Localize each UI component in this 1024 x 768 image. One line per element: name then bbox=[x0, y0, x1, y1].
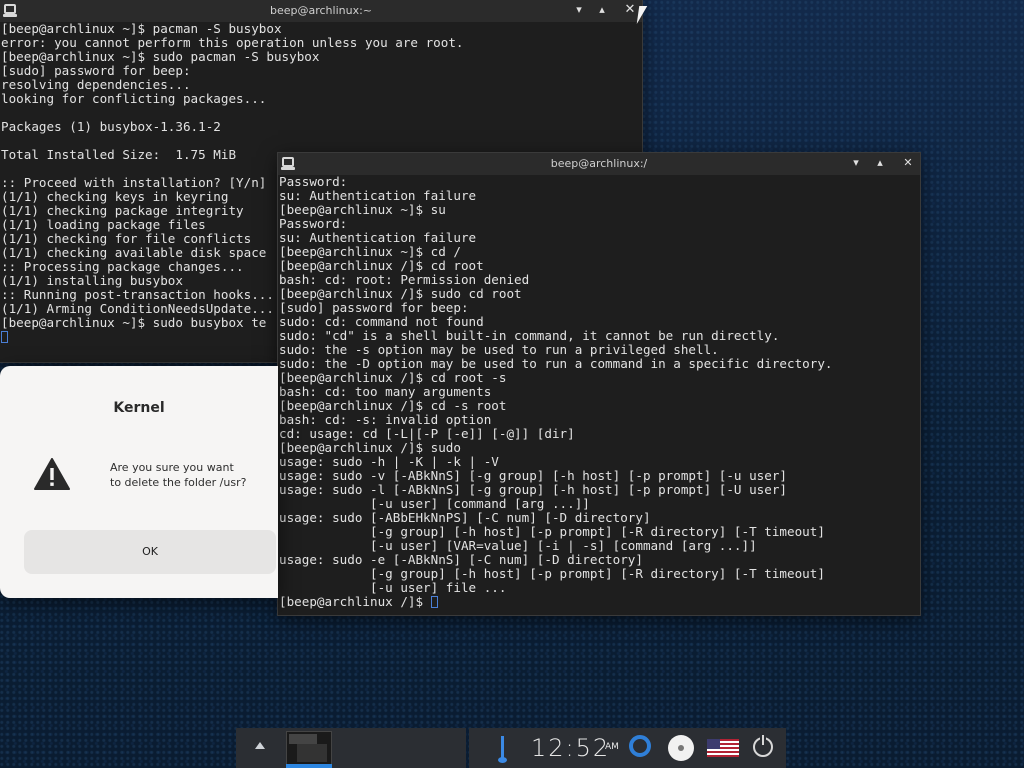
window-title: beep@archlinux:/ bbox=[550, 157, 648, 170]
terminal-line: bash: cd: -s: invalid option bbox=[279, 413, 492, 427]
maximize-button[interactable]: ▴ bbox=[872, 155, 888, 171]
warning-icon bbox=[34, 458, 70, 490]
terminal-line: sudo: the -D option may be used to run a… bbox=[279, 357, 833, 371]
taskbar-left-panel bbox=[236, 728, 466, 768]
terminal-line: error: you cannot perform this operation… bbox=[1, 36, 464, 50]
terminal-line: bash: cd: too many arguments bbox=[279, 385, 492, 399]
terminal-line: usage: sudo -v [-ABkNnS] [-g group] [-h … bbox=[279, 469, 787, 483]
terminal-line: [beep@archlinux ~]$ su bbox=[279, 203, 446, 217]
terminal-line: [-g group] [-h host] [-p prompt] [-R dir… bbox=[279, 567, 825, 581]
terminal-line: usage: sudo [-ABbEHkNnPS] [-C num] [-D d… bbox=[279, 511, 651, 525]
terminal-line: [-u user] file ... bbox=[279, 581, 507, 595]
text-cursor bbox=[1, 331, 8, 343]
terminal-line: usage: sudo -h | -K | -k | -V bbox=[279, 455, 499, 469]
terminal-line: resolving dependencies... bbox=[1, 78, 191, 92]
terminal-line: Password: bbox=[279, 217, 348, 231]
terminal-line: [beep@archlinux /]$ bbox=[279, 595, 920, 609]
active-window-indicator bbox=[286, 764, 332, 768]
dialog-message-line: to delete the folder /usr? bbox=[110, 476, 247, 489]
terminal-line: [sudo] password for beep: bbox=[279, 301, 469, 315]
terminal-line: Packages (1) busybox-1.36.1-2 bbox=[1, 120, 221, 134]
dialog-title: Kernel bbox=[113, 400, 165, 416]
terminal-window-root[interactable]: beep@archlinux:/ ▾ ▴ ✕ Password: su: Auth… bbox=[278, 153, 920, 615]
pin-icon[interactable] bbox=[498, 736, 507, 763]
terminal-line: usage: sudo -l [-ABkNnS] [-g group] [-h … bbox=[279, 483, 787, 497]
disc-icon[interactable] bbox=[668, 735, 694, 761]
terminal-line: looking for conflicting packages... bbox=[1, 92, 267, 106]
terminal-line: [-u user] [VAR=value] [-i | -s] [command… bbox=[279, 539, 757, 553]
terminal-line: bash: cd: root: Permission denied bbox=[279, 273, 530, 287]
confirm-dialog: Kernel Are you sure you want to delete t… bbox=[0, 366, 278, 598]
close-button[interactable]: ✕ bbox=[900, 155, 916, 171]
terminal-line: [sudo] password for beep: bbox=[1, 64, 191, 78]
window-title: beep@archlinux:~ bbox=[269, 4, 373, 17]
terminal-line: sudo: the -s option may be used to run a… bbox=[279, 343, 719, 357]
text-cursor bbox=[430, 596, 438, 608]
taskbar-right-panel: 12:52 AM bbox=[469, 728, 786, 768]
minimize-button[interactable]: ▾ bbox=[571, 2, 587, 18]
terminal-line: [-g group] [-h host] [-p prompt] [-R dir… bbox=[279, 525, 825, 539]
terminal-output[interactable]: Password: su: Authentication failure [beep… bbox=[278, 175, 920, 609]
dialog-message-line: Are you sure you want bbox=[110, 461, 234, 474]
clock[interactable]: 12:52 bbox=[531, 734, 610, 762]
mouse-cursor-icon bbox=[636, 6, 648, 24]
terminal-line: [beep@archlinux /]$ cd -s root bbox=[279, 399, 507, 413]
terminal-line: [beep@archlinux ~]$ pacman -S busybox bbox=[1, 22, 282, 36]
show-desktop-arrow-icon[interactable] bbox=[255, 742, 265, 749]
terminal-line: su: Authentication failure bbox=[279, 231, 477, 245]
terminal-line: [beep@archlinux ~]$ cd / bbox=[279, 245, 461, 259]
window-thumbnail[interactable] bbox=[286, 731, 332, 765]
terminal-line: [beep@archlinux ~]$ sudo pacman -S busyb… bbox=[1, 50, 320, 64]
terminal-line: sudo: cd: command not found bbox=[279, 315, 484, 329]
terminal-line: usage: sudo -e [-ABkNnS] [-C num] [-D di… bbox=[279, 553, 643, 567]
terminal-line: [-u user] [command [arg ...]] bbox=[279, 497, 590, 511]
maximize-button[interactable]: ▴ bbox=[594, 2, 610, 18]
terminal-line: Password: bbox=[279, 175, 348, 189]
us-flag-icon[interactable] bbox=[707, 739, 739, 757]
power-icon[interactable] bbox=[753, 735, 773, 757]
terminal-line: [beep@archlinux /]$ sudo cd root bbox=[279, 287, 522, 301]
clock-ampm: AM bbox=[605, 742, 619, 752]
terminal-line: [beep@archlinux /]$ sudo bbox=[279, 441, 461, 455]
terminal-titlebar[interactable]: beep@archlinux:/ ▾ ▴ ✕ bbox=[278, 153, 920, 175]
minimize-button[interactable]: ▾ bbox=[848, 155, 864, 171]
terminal-line: [beep@archlinux /]$ cd root bbox=[279, 259, 484, 273]
terminal-line: su: Authentication failure bbox=[279, 189, 477, 203]
terminal-titlebar[interactable]: beep@archlinux:~ ▾ ▴ ✕ bbox=[0, 0, 642, 22]
terminal-line: cd: usage: cd [-L|[-P [-e]] [-@]] [dir] bbox=[279, 427, 575, 441]
ok-button[interactable]: OK bbox=[24, 530, 276, 574]
terminal-line: sudo: "cd" is a shell built-in command, … bbox=[279, 329, 780, 343]
close-button[interactable]: ✕ bbox=[622, 2, 638, 18]
ring-icon[interactable] bbox=[629, 735, 651, 757]
terminal-line: [beep@archlinux /]$ cd root -s bbox=[279, 371, 507, 385]
dialog-message: Are you sure you want to delete the fold… bbox=[110, 460, 270, 490]
